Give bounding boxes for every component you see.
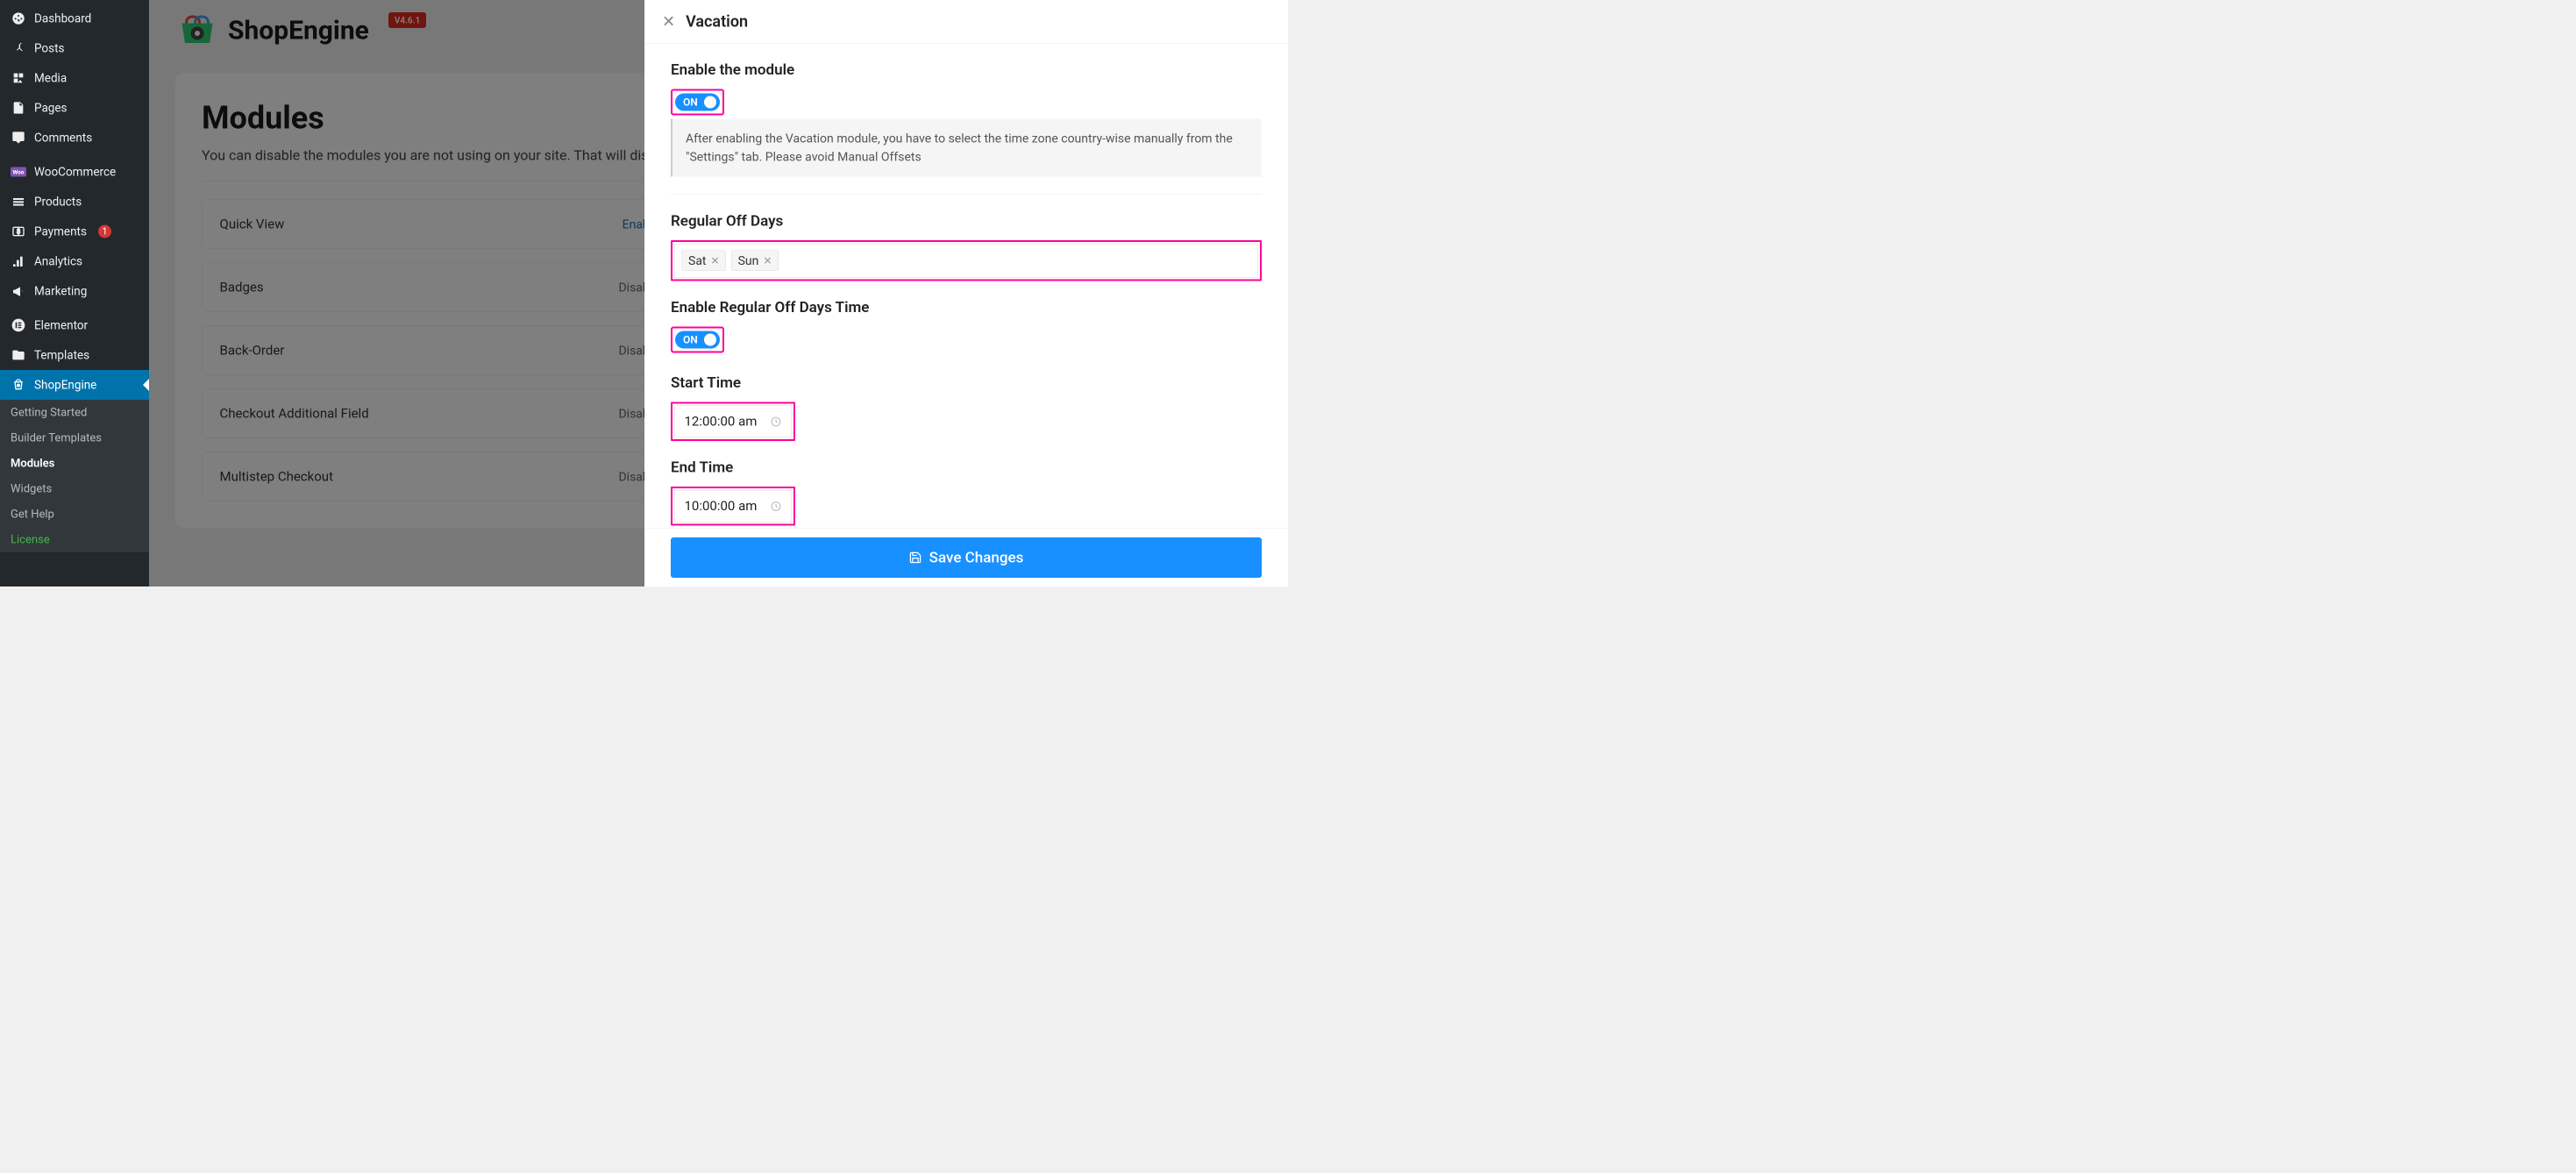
submenu-item-get-help[interactable]: Get Help xyxy=(0,501,149,527)
day-tag: Sun✕ xyxy=(731,251,779,272)
toggle-knob xyxy=(704,334,716,346)
pin-icon xyxy=(11,40,26,56)
start-time-input[interactable]: 12:00:00 am xyxy=(674,406,792,438)
sidebar-item-label: Elementor xyxy=(34,318,88,332)
highlight-box: ON xyxy=(671,327,724,353)
regular-off-days-input[interactable]: Sat✕Sun✕ xyxy=(674,244,1258,278)
sidebar-item-label: Comments xyxy=(34,131,92,145)
sidebar-item-label: Media xyxy=(34,71,67,85)
highlight-box: ON xyxy=(671,89,724,116)
submenu-item-modules[interactable]: Modules xyxy=(0,451,149,476)
analytics-icon xyxy=(11,253,26,269)
sidebar-item-label: WooCommerce xyxy=(34,165,116,179)
sidebar-item-marketing[interactable]: Marketing xyxy=(0,276,149,306)
sidebar-item-label: ShopEngine xyxy=(34,378,96,392)
end-time-input[interactable]: 10:00:00 am xyxy=(674,490,792,523)
sidebar-item-analytics[interactable]: Analytics xyxy=(0,246,149,276)
toggle-on-text: ON xyxy=(683,334,698,346)
panel-header: ✕ Vacation xyxy=(644,0,1288,44)
end-time-label: End Time xyxy=(671,459,1262,476)
sidebar-item-label: Posts xyxy=(34,41,64,55)
enable-module-label: Enable the module xyxy=(671,61,1262,79)
sidebar-item-elementor[interactable]: Elementor xyxy=(0,310,149,340)
start-time-value: 12:00:00 am xyxy=(685,414,758,430)
sidebar-item-products[interactable]: Products xyxy=(0,187,149,217)
svg-text:Woo: Woo xyxy=(13,169,25,176)
sidebar-item-pages[interactable]: Pages xyxy=(0,93,149,123)
highlight-box: 12:00:00 am xyxy=(671,402,795,442)
save-button-label: Save Changes xyxy=(929,549,1024,566)
sidebar-item-label: Dashboard xyxy=(34,11,91,25)
payments-icon: $ xyxy=(11,224,26,239)
sidebar-item-posts[interactable]: Posts xyxy=(0,33,149,63)
shopengine-icon xyxy=(11,377,26,393)
info-message: After enabling the Vacation module, you … xyxy=(671,119,1262,177)
sidebar-item-shopengine[interactable]: ShopEngine xyxy=(0,370,149,400)
woo-icon: Woo xyxy=(11,164,26,180)
media-icon xyxy=(11,70,26,86)
sidebar-item-label: Analytics xyxy=(34,254,82,268)
clock-icon xyxy=(770,416,781,427)
svg-text:$: $ xyxy=(17,228,20,236)
sidebar-item-label: Marketing xyxy=(34,284,87,298)
submenu-item-widgets[interactable]: Widgets xyxy=(0,476,149,501)
remove-tag-icon[interactable]: ✕ xyxy=(711,254,720,267)
enable-module-toggle[interactable]: ON xyxy=(675,94,720,111)
sidebar-item-templates[interactable]: Templates xyxy=(0,340,149,370)
sidebar-item-label: Templates xyxy=(34,348,89,362)
sidebar-item-label: Pages xyxy=(34,101,68,115)
save-changes-button[interactable]: Save Changes xyxy=(671,537,1262,578)
products-icon xyxy=(11,194,26,210)
sidebar-item-media[interactable]: Media xyxy=(0,63,149,93)
regular-off-days-label: Regular Off Days xyxy=(671,212,1262,230)
sidebar-item-woocommerce[interactable]: Woo WooCommerce xyxy=(0,157,149,187)
comment-icon xyxy=(11,130,26,146)
highlight-box: 10:00:00 am xyxy=(671,487,795,526)
enable-off-days-time-toggle[interactable]: ON xyxy=(675,331,720,349)
sidebar-item-label: Payments xyxy=(34,224,87,238)
sidebar-item-label: Products xyxy=(34,195,82,209)
save-icon xyxy=(909,551,922,565)
pages-icon xyxy=(11,100,26,116)
elementor-icon xyxy=(11,317,26,333)
submenu-item-getting-started[interactable]: Getting Started xyxy=(0,400,149,425)
sidebar-item-payments[interactable]: $ Payments 1 xyxy=(0,217,149,246)
enable-off-days-time-label: Enable Regular Off Days Time xyxy=(671,299,1262,316)
toggle-knob xyxy=(704,96,716,109)
submenu-item-license[interactable]: License xyxy=(0,527,149,552)
notification-badge: 1 xyxy=(98,225,111,238)
remove-tag-icon[interactable]: ✕ xyxy=(763,254,772,267)
admin-sidebar: Dashboard Posts Media Pages Comments Woo… xyxy=(0,0,149,586)
dashboard-icon xyxy=(11,11,26,26)
clock-icon xyxy=(770,501,781,512)
vacation-panel: ✕ Vacation Enable the module ON After en… xyxy=(644,0,1288,586)
close-icon[interactable]: ✕ xyxy=(662,12,675,31)
start-time-label: Start Time xyxy=(671,374,1262,392)
templates-icon xyxy=(11,347,26,363)
highlight-box: Sat✕Sun✕ xyxy=(671,240,1262,281)
submenu-item-builder-templates[interactable]: Builder Templates xyxy=(0,425,149,451)
day-tag: Sat✕ xyxy=(682,251,727,272)
sidebar-item-comments[interactable]: Comments xyxy=(0,123,149,153)
sidebar-item-dashboard[interactable]: Dashboard xyxy=(0,4,149,33)
end-time-value: 10:00:00 am xyxy=(685,499,758,515)
toggle-on-text: ON xyxy=(683,96,698,109)
marketing-icon xyxy=(11,283,26,299)
panel-title: Vacation xyxy=(686,12,748,31)
